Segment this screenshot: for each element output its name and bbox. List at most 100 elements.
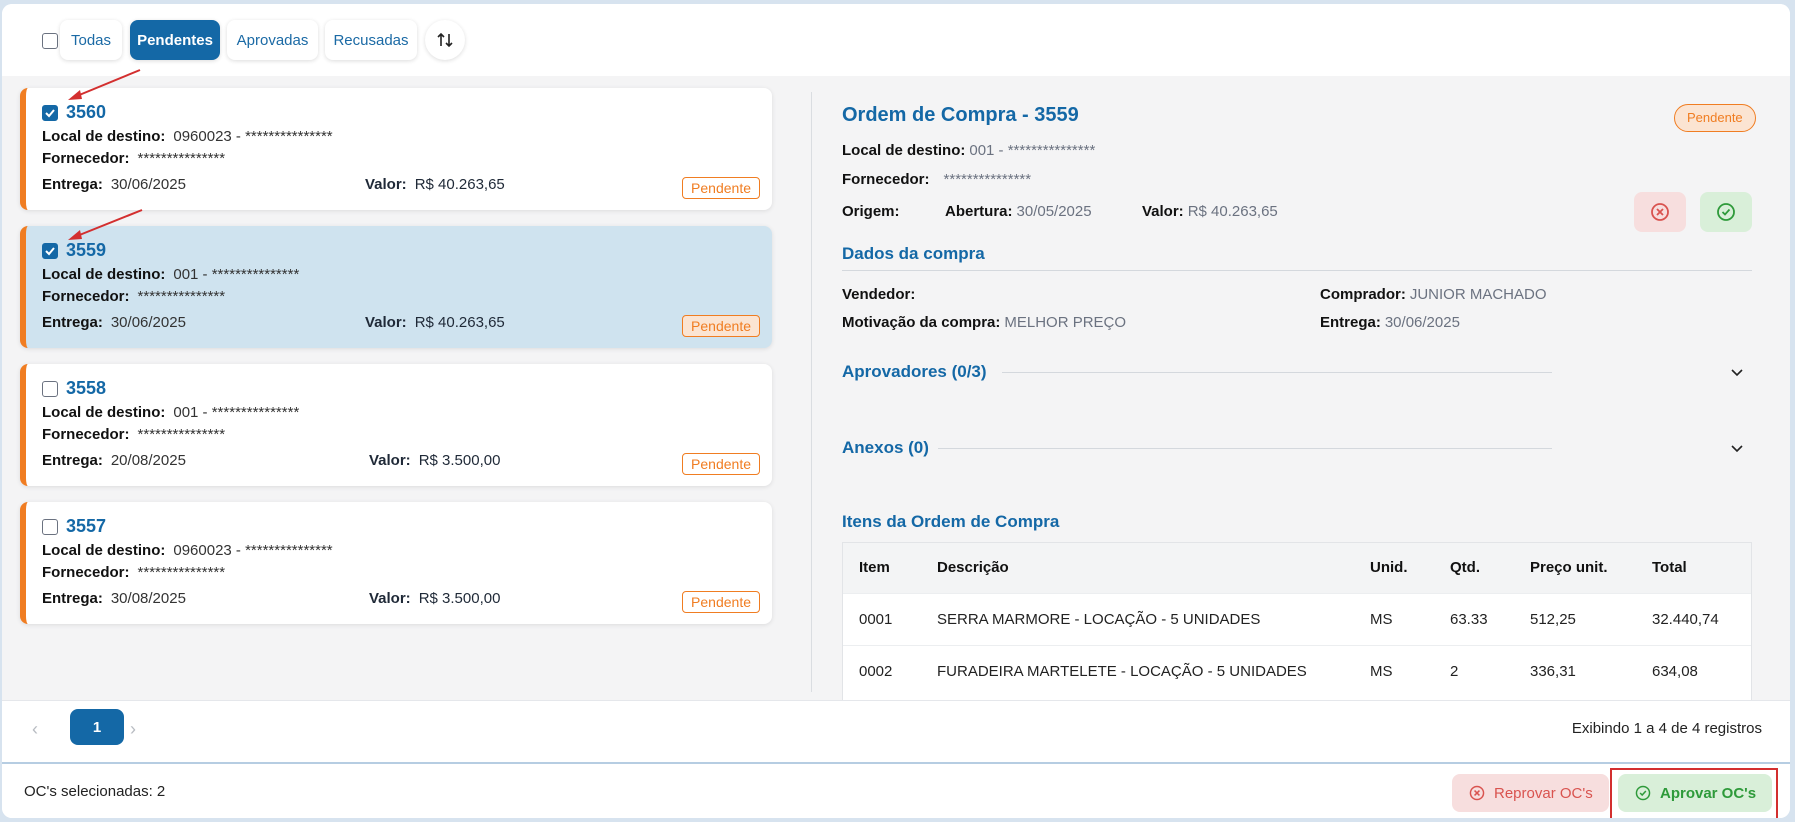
sort-arrows-icon [437, 32, 453, 48]
aprovadores-section-title[interactable]: Aprovadores (0/3) [842, 362, 987, 382]
detail-status-badge: Pendente [1674, 104, 1756, 132]
page-button[interactable]: 1 [70, 709, 124, 745]
order-card[interactable]: 3557 Local de destino: 0960023 - ********… [20, 502, 772, 624]
select-all-checkbox[interactable] [42, 33, 58, 49]
detail-fornecedor-label: Fornecedor: [842, 171, 930, 188]
entrega-label: Entrega: [42, 314, 103, 331]
local-value: 0960023 - *************** [173, 542, 333, 559]
local-label: Local de destino: [42, 128, 166, 145]
fornecedor-value: *************** [137, 150, 226, 167]
valor-label: Valor: [365, 314, 407, 331]
entrega-value: 30/08/2025 [110, 590, 186, 607]
entrega-label: Entrega: [42, 452, 103, 469]
fornecedor-label: Fornecedor: [42, 426, 130, 443]
comprador-label: Comprador: [1320, 286, 1406, 303]
chevron-right-icon[interactable]: › [130, 719, 136, 740]
valor-value: R$ 3.500,00 [418, 452, 501, 469]
cell-item: 0002 [859, 663, 893, 680]
local-label: Local de destino: [42, 404, 166, 421]
detail-abertura-value: 30/05/2025 [1016, 203, 1092, 220]
motivacao-value: MELHOR PREÇO [1004, 314, 1127, 331]
motivacao-label: Motivação da compra: [842, 314, 1001, 331]
col-item: Item [859, 559, 890, 576]
x-circle-icon [1651, 203, 1669, 221]
annotation-arrow-icon [68, 209, 143, 240]
approve-order-button[interactable] [1700, 192, 1752, 232]
cell-preco: 512,25 [1530, 611, 1576, 628]
detail-entrega-label: Entrega: [1320, 314, 1381, 331]
detail-title: Ordem de Compra - 3559 [842, 104, 1079, 126]
cell-qtd: 2 [1450, 663, 1459, 680]
detail-origem-label: Origem: [842, 203, 900, 220]
check-icon [45, 109, 55, 118]
fornecedor-label: Fornecedor: [42, 150, 130, 167]
order-checkbox[interactable] [42, 519, 58, 535]
reject-selected-label: Reprovar OC's [1494, 784, 1593, 802]
section-divider [938, 448, 1552, 449]
table-row: 0002 FURADEIRA MARTELETE - LOCAÇÃO - 5 U… [843, 645, 1751, 697]
selected-count: OC's selecionadas: 2 [24, 783, 166, 800]
section-divider [842, 270, 1752, 271]
reject-order-button[interactable] [1634, 192, 1686, 232]
col-qtd: Qtd. [1450, 559, 1480, 576]
valor-label: Valor: [369, 590, 411, 607]
order-checkbox[interactable] [42, 381, 58, 397]
cell-item: 0001 [859, 611, 893, 628]
valor-value: R$ 40.263,65 [414, 176, 505, 193]
tab-todas[interactable]: Todas [60, 20, 122, 60]
anexos-section-title[interactable]: Anexos (0) [842, 438, 929, 458]
order-number[interactable]: 3557 [66, 516, 106, 537]
col-unid: Unid. [1370, 559, 1408, 576]
order-number[interactable]: 3558 [66, 378, 106, 399]
detail-entrega-value: 30/06/2025 [1384, 314, 1460, 331]
local-value: 001 - *************** [173, 266, 300, 283]
order-checkbox[interactable] [42, 243, 58, 259]
reject-selected-button[interactable]: Reprovar OC's [1452, 774, 1609, 812]
valor-value: R$ 40.263,65 [414, 314, 505, 331]
entrega-value: 20/08/2025 [110, 452, 186, 469]
tab-recusadas[interactable]: Recusadas [325, 20, 417, 60]
valor-label: Valor: [365, 176, 407, 193]
detail-valor-label: Valor: [1142, 203, 1184, 220]
cell-unid: MS [1370, 611, 1393, 628]
vendedor-label: Vendedor: [842, 286, 916, 303]
fornecedor-value: *************** [137, 564, 226, 581]
fornecedor-value: *************** [137, 288, 226, 305]
comprador-value: JUNIOR MACHADO [1409, 286, 1547, 303]
itens-section-title: Itens da Ordem de Compra [842, 512, 1060, 531]
tab-pendentes[interactable]: Pendentes [130, 20, 220, 60]
detail-local-value: 001 - *************** [969, 142, 1096, 159]
chevron-left-icon[interactable]: ‹ [32, 719, 38, 740]
chevron-down-icon[interactable] [1729, 364, 1745, 380]
fornecedor-label: Fornecedor: [42, 288, 130, 305]
tab-aprovadas[interactable]: Aprovadas [227, 20, 318, 60]
col-total: Total [1652, 559, 1687, 576]
cell-qtd: 63.33 [1450, 611, 1488, 628]
order-card[interactable]: 3558 Local de destino: 001 - ************… [20, 364, 772, 486]
app-frame: Todas Pendentes Aprovadas Recusadas 3560… [2, 4, 1790, 818]
sort-button[interactable] [425, 20, 465, 60]
content-area: 3560 Local de destino: 0960023 - ********… [2, 69, 1790, 704]
order-detail-panel: Ordem de Compra - 3559 Pendente Local de… [842, 76, 1756, 704]
status-badge: Pendente [682, 453, 760, 475]
check-icon [45, 247, 55, 256]
pagination-info: Exibindo 1 a 4 de 4 registros [1571, 720, 1762, 737]
chevron-down-icon[interactable] [1729, 440, 1745, 456]
cell-preco: 336,31 [1530, 663, 1576, 680]
check-circle-icon [1717, 203, 1735, 221]
fornecedor-value: *************** [137, 426, 226, 443]
entrega-value: 30/06/2025 [110, 176, 186, 193]
detail-local-label: Local de destino: [842, 142, 966, 159]
valor-label: Valor: [369, 452, 411, 469]
order-checkbox[interactable] [42, 105, 58, 121]
col-descricao: Descrição [937, 559, 1009, 576]
detail-abertura-label: Abertura: [945, 203, 1013, 220]
cell-total: 634,08 [1652, 663, 1698, 680]
cell-descricao: SERRA MARMORE - LOCAÇÃO - 5 UNIDADES [937, 611, 1261, 628]
status-badge: Pendente [682, 591, 760, 613]
local-label: Local de destino: [42, 266, 166, 283]
dados-section-title: Dados da compra [842, 244, 985, 263]
local-label: Local de destino: [42, 542, 166, 559]
bulk-action-bar: OC's selecionadas: 2 Reprovar OC's Aprov… [2, 762, 1790, 818]
cell-total: 32.440,74 [1652, 611, 1719, 628]
